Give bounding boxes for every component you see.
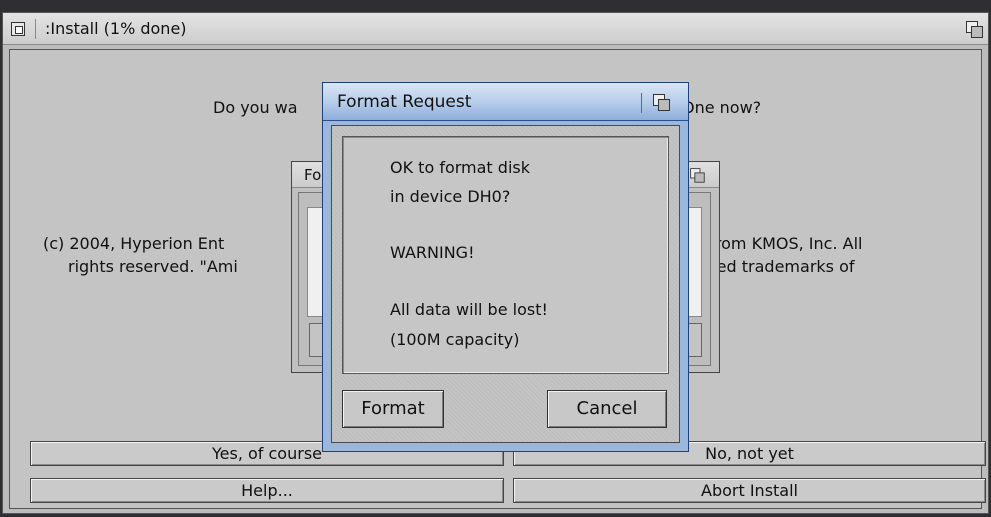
question-text-right: One now?	[682, 98, 762, 117]
install-window-titlebar[interactable]: :Install (1% done)	[3, 13, 988, 45]
format-button[interactable]: Format	[342, 390, 444, 428]
format-request-client: OK to format disk in device DH0? WARNING…	[331, 125, 680, 443]
dialog-message-line: in device DH0?	[390, 187, 511, 206]
cancel-button[interactable]: Cancel	[547, 390, 667, 428]
help-button[interactable]: Help...	[30, 478, 504, 503]
format-request-titlebar[interactable]: Format Request	[323, 83, 688, 121]
titlebar-separator	[35, 19, 36, 39]
dialog-message-line: (100M capacity)	[390, 330, 520, 349]
format-request-message-panel: OK to format disk in device DH0? WARNING…	[342, 136, 669, 374]
dialog-message-line: OK to format disk	[390, 158, 530, 177]
question-text-left: Do you wa	[213, 98, 298, 117]
dialog-warning-text: WARNING!	[390, 243, 475, 262]
install-window-title: :Install (1% done)	[45, 19, 187, 38]
dialog-message-line: All data will be lost!	[390, 300, 548, 319]
titlebar-separator	[641, 93, 642, 113]
format-request-title: Format Request	[337, 92, 472, 112]
format-request-dialog: Format Request OK to format disk in devi…	[322, 82, 689, 452]
abort-install-button[interactable]: Abort Install	[513, 478, 986, 503]
copyright-text-left-1: (c) 2004, Hyperion Ent	[43, 234, 225, 253]
window-depth-icon[interactable]	[652, 93, 670, 111]
close-window-icon[interactable]	[11, 22, 25, 36]
background-format-window-title: Fo	[304, 166, 322, 184]
window-depth-icon[interactable]	[965, 20, 983, 38]
copyright-text-left-2: rights reserved. "Ami	[68, 257, 238, 276]
window-depth-icon[interactable]	[689, 167, 705, 183]
